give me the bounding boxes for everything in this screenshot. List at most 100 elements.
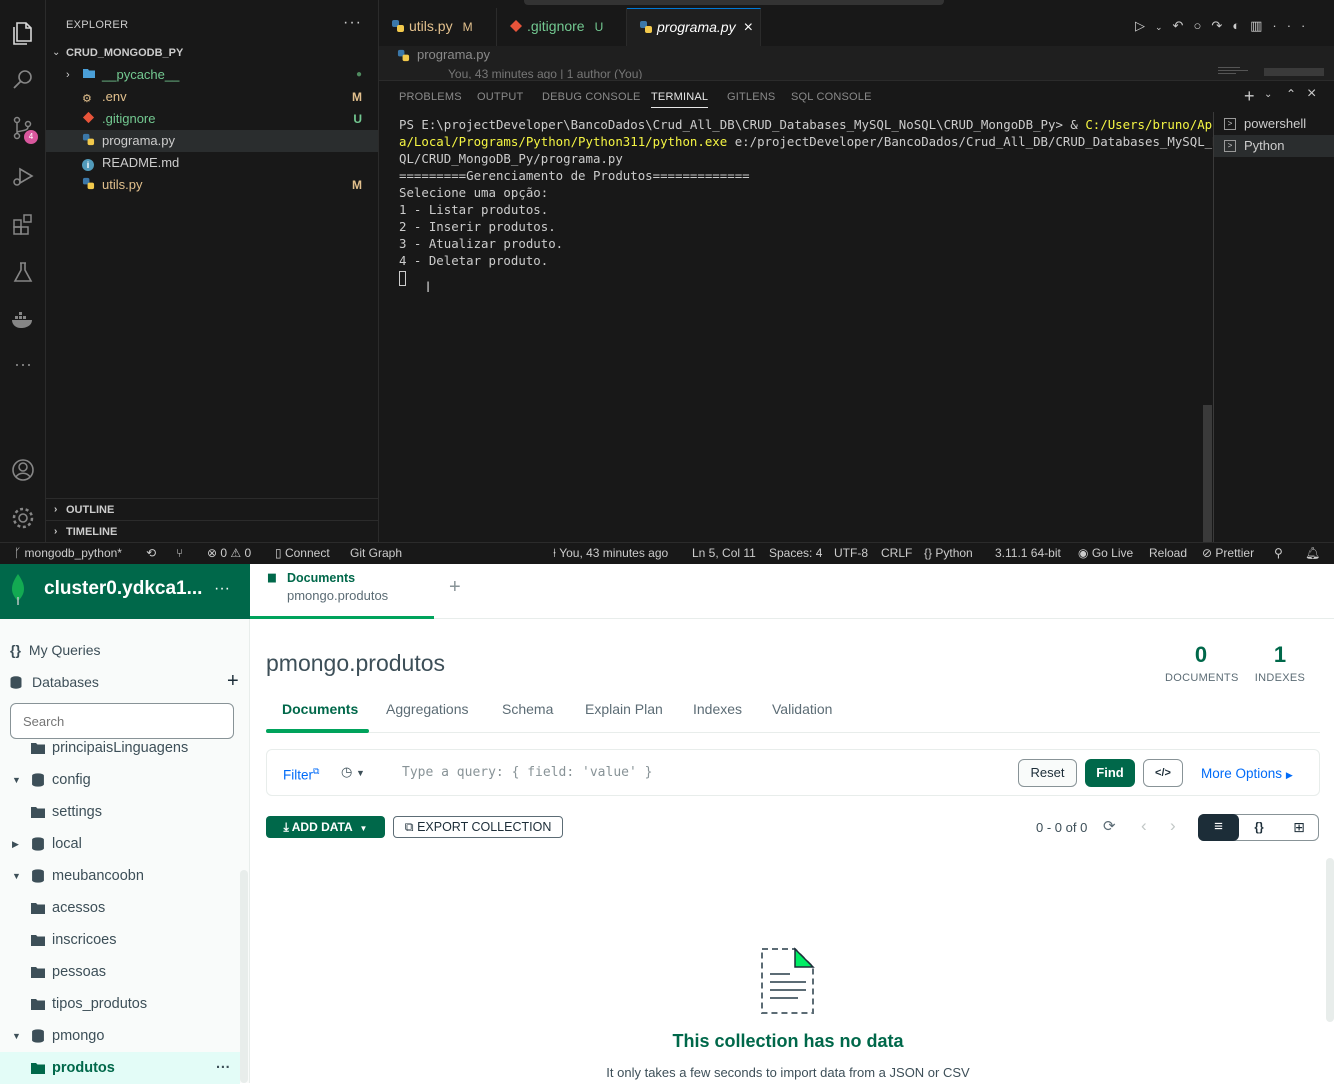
encoding[interactable]: UTF-8 xyxy=(834,543,868,564)
query-history-icon[interactable]: ◷ ▼ xyxy=(341,764,365,780)
tab-programa[interactable]: programa.py × xyxy=(627,8,761,46)
caret-down-icon[interactable]: ▼ xyxy=(12,1020,21,1052)
database-item[interactable]: ▼ meubancoobn xyxy=(0,860,240,892)
terminal[interactable]: PS E:\projectDeveloper\BancoDados\Crud_A… xyxy=(379,112,1213,542)
account-icon[interactable] xyxy=(9,456,37,484)
find-button[interactable]: Find xyxy=(1085,759,1135,787)
cluster-more-icon[interactable]: ··· xyxy=(214,580,230,598)
table-view-icon[interactable]: ⊞ xyxy=(1279,815,1319,840)
new-tab-icon[interactable]: + xyxy=(449,576,461,599)
database-item[interactable]: ▼ config xyxy=(0,764,240,796)
main-scrollbar[interactable] xyxy=(1326,858,1334,1022)
folder-root[interactable]: ⌄ CRUD_MONGODB_PY xyxy=(46,42,378,64)
git-graph-button[interactable]: Git Graph xyxy=(350,543,402,564)
file-item[interactable]: i README.md xyxy=(46,152,378,174)
collection-more-icon[interactable]: ··· xyxy=(216,1052,231,1084)
end-of-line[interactable]: CRLF xyxy=(881,543,912,564)
tab-aggregations[interactable]: Aggregations xyxy=(386,701,469,717)
indentation[interactable]: Spaces: 4 xyxy=(769,543,822,564)
terminal-item-powershell[interactable]: > powershell xyxy=(1214,113,1334,135)
problems-status[interactable]: ⊗ 0 ⚠ 0 xyxy=(207,543,251,564)
new-terminal-icon[interactable]: + xyxy=(1244,86,1255,107)
chevron-down-icon[interactable]: ⌄ xyxy=(1155,22,1173,32)
next-page-icon[interactable]: › xyxy=(1170,816,1176,836)
json-view-icon[interactable]: {} xyxy=(1239,815,1279,840)
tab-documents[interactable]: Documents xyxy=(282,701,358,717)
collection-item[interactable]: acessos xyxy=(0,892,240,924)
maximize-panel-icon[interactable]: ⌃ xyxy=(1286,87,1296,101)
file-item[interactable]: utils.py M xyxy=(46,174,378,196)
connect-status[interactable]: ▯ Connect xyxy=(275,543,330,564)
panel-tab-problems[interactable]: PROBLEMS xyxy=(399,91,462,103)
explorer-more-icon[interactable]: ··· xyxy=(343,14,362,32)
collection-item[interactable]: settings xyxy=(0,796,240,828)
timeline-icon[interactable]: ◐ xyxy=(1232,18,1250,33)
tab-explain-plan[interactable]: Explain Plan xyxy=(585,701,663,717)
extensions-icon[interactable] xyxy=(9,210,37,238)
circle-icon[interactable]: ○ xyxy=(1193,18,1211,33)
git-graph-icon[interactable]: ⑂ xyxy=(176,543,183,564)
sync-icon[interactable]: ⟲ xyxy=(146,543,156,564)
collection-item[interactable]: pessoas xyxy=(0,956,240,988)
close-panel-icon[interactable]: × xyxy=(1307,85,1316,103)
tab-utils[interactable]: utils.py M xyxy=(379,8,497,46)
prettier[interactable]: ⊘ Prettier xyxy=(1202,543,1254,564)
panel-tab-output[interactable]: OUTPUT xyxy=(477,91,523,103)
create-database-icon[interactable]: + xyxy=(227,670,239,693)
panel-tab-gitlens[interactable]: GITLENS xyxy=(727,91,775,103)
search-icon[interactable] xyxy=(9,66,37,94)
panel-tab-debug-console[interactable]: DEBUG CONSOLE xyxy=(542,91,641,103)
prev-page-icon[interactable]: ‹ xyxy=(1141,816,1147,836)
databases-item[interactable]: Databases xyxy=(10,674,99,690)
file-item[interactable]: .gitignore U xyxy=(46,108,378,130)
cluster-name[interactable]: cluster0.ydkca1... xyxy=(44,578,202,600)
add-data-button[interactable]: ⤓ ADD DATA ▼ xyxy=(266,816,385,838)
more-icon[interactable]: ··· xyxy=(1272,18,1315,33)
collection-item[interactable]: principaisLinguagens xyxy=(0,732,240,764)
panel-tab-sql-console[interactable]: SQL CONSOLE xyxy=(791,91,872,103)
language-mode[interactable]: {} Python xyxy=(924,543,973,564)
caret-down-icon[interactable]: ▼ xyxy=(12,860,21,892)
database-item[interactable]: ▼ pmongo xyxy=(0,1020,240,1052)
tab-schema[interactable]: Schema xyxy=(502,701,553,717)
minimap[interactable] xyxy=(1218,66,1263,78)
branch-status[interactable]: ᚴ mongodb_python* xyxy=(14,543,122,564)
feedback-icon[interactable]: ⚲ xyxy=(1274,543,1283,564)
outline-section[interactable]: › OUTLINE xyxy=(46,498,378,520)
command-center[interactable] xyxy=(524,0,944,5)
caret-right-icon[interactable]: ▶ xyxy=(12,828,19,860)
run-icon[interactable]: ▷ xyxy=(1135,18,1155,33)
blame-status[interactable]: ⍿ You, 43 minutes ago xyxy=(553,543,668,564)
file-item[interactable]: programa.py xyxy=(46,130,378,152)
more-icon[interactable]: ··· xyxy=(9,354,37,382)
sidebar-scrollbar[interactable] xyxy=(240,870,248,1083)
terminal-item-python[interactable]: > Python xyxy=(1214,135,1334,157)
terminal-scrollbar[interactable] xyxy=(1203,405,1212,542)
collection-item[interactable]: produtos ··· xyxy=(0,1052,240,1084)
settings-gear-icon[interactable] xyxy=(9,504,37,532)
caret-down-icon[interactable]: ▼ xyxy=(12,764,21,796)
collection-item[interactable]: inscricoes xyxy=(0,924,240,956)
filter-link[interactable]: Filter⧉ xyxy=(283,766,319,783)
close-icon[interactable]: × xyxy=(744,19,753,36)
interpreter[interactable]: 3.11.1 64-bit xyxy=(995,543,1061,564)
docker-icon[interactable] xyxy=(9,306,37,334)
reset-button[interactable]: Reset xyxy=(1018,759,1077,787)
codelens-blame[interactable]: You, 43 minutes ago | 1 author (You) xyxy=(448,67,642,79)
more-options-link[interactable]: More Options ▶ xyxy=(1201,766,1293,781)
workspace-tab[interactable]: ▆ Documents pmongo.produtos xyxy=(250,564,434,619)
panel-tab-terminal[interactable]: TERMINAL xyxy=(651,91,709,108)
database-item[interactable]: ▶ local xyxy=(0,828,240,860)
go-back-icon[interactable]: ↶ xyxy=(1173,18,1194,33)
code-view-icon[interactable]: </> xyxy=(1143,759,1183,787)
tab-gitignore[interactable]: .gitignore U xyxy=(497,8,627,46)
query-input[interactable]: Type a query: { field: 'value' } xyxy=(402,765,652,780)
run-debug-icon[interactable] xyxy=(9,162,37,190)
go-forward-icon[interactable]: ↷ xyxy=(1211,18,1232,33)
file-item[interactable]: ⚙︎ .env M xyxy=(46,86,378,108)
refresh-icon[interactable]: ⟳ xyxy=(1103,817,1116,835)
testing-icon[interactable] xyxy=(9,258,37,286)
reload[interactable]: Reload xyxy=(1149,543,1187,564)
breadcrumb[interactable]: programa.py xyxy=(379,46,1334,68)
list-view-icon[interactable]: ≡ xyxy=(1198,814,1239,841)
